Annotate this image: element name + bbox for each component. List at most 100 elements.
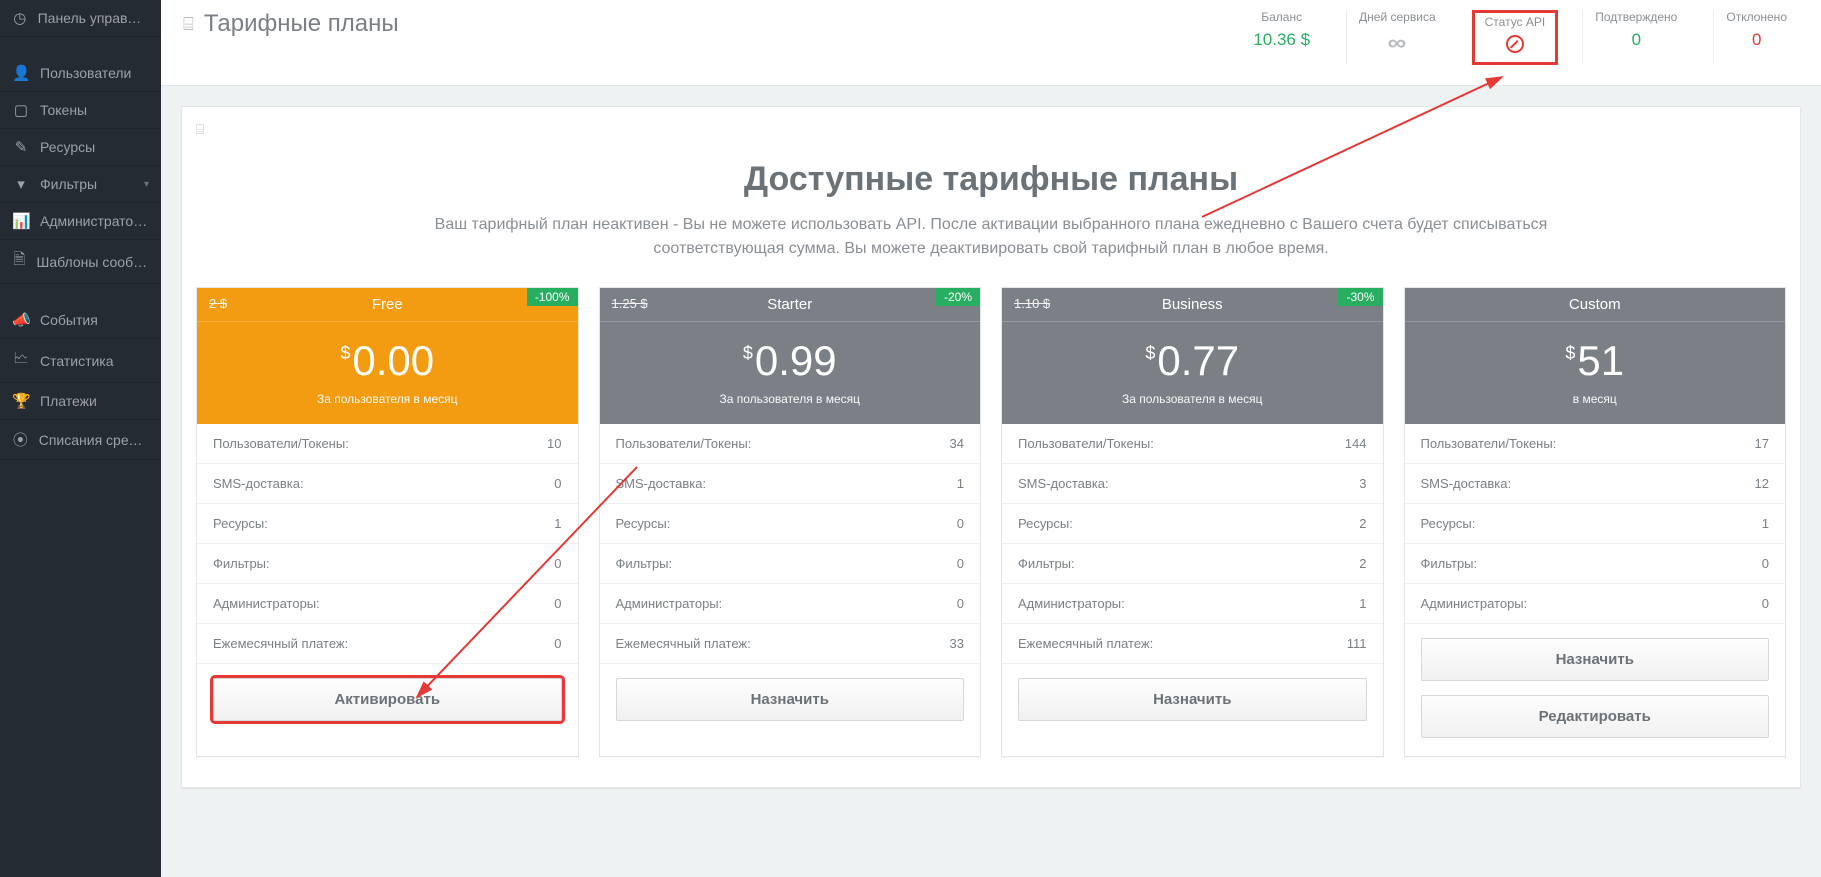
- feature-value: 3: [1359, 476, 1366, 491]
- sidebar-item-label: Платежи: [40, 393, 97, 409]
- plan-actions: Назначить: [600, 664, 981, 739]
- annotation-arrow: [1202, 67, 1532, 227]
- section-description: Ваш тарифный план неактивен - Вы не може…: [416, 213, 1566, 261]
- plan-feature-filters: Фильтры:0: [197, 544, 578, 584]
- header-stat-4: Отклонено0: [1713, 10, 1799, 65]
- plan-name: Custom: [1569, 296, 1621, 313]
- plan-actions: Назначить: [1002, 664, 1383, 739]
- plan-actions: Назначить Редактировать: [1405, 624, 1786, 756]
- stat-label: Отклонено: [1726, 10, 1787, 24]
- plan-button-редактировать[interactable]: Редактировать: [1421, 695, 1770, 738]
- sidebar-icon: 🗎: [12, 249, 27, 274]
- plan-feature-sms: SMS-доставка:3: [1002, 464, 1383, 504]
- plan-starter: 1.25 $Starter-20%$0.99За пользователя в …: [599, 287, 982, 757]
- sidebar-item-9[interactable]: 📣События: [0, 302, 161, 339]
- plan-name-row: 2 $Free-100%: [197, 288, 578, 322]
- sidebar-item-10[interactable]: 🗠Статистика: [0, 339, 161, 383]
- plan-feature-users: Пользователи/Токены:17: [1405, 424, 1786, 464]
- feature-label: Ресурсы:: [616, 516, 671, 531]
- plan-feature-users: Пользователи/Токены:34: [600, 424, 981, 464]
- sidebar-item-2[interactable]: 👤Пользователи: [0, 55, 161, 92]
- sidebar-item-12[interactable]: ⦿Списания средств: [0, 420, 161, 460]
- plans-card: ⌸ Доступные тарифные планы Ваш тарифный …: [181, 106, 1801, 788]
- sidebar-item-label: Администраторы: [40, 213, 149, 229]
- stat-value: [1506, 35, 1524, 58]
- feature-value: 17: [1755, 436, 1769, 451]
- plan-name: Free: [372, 296, 403, 313]
- header-stat-1: Дней сервиса ∞: [1346, 10, 1448, 65]
- sidebar-spacer: [0, 37, 161, 55]
- sidebar-item-label: Пользователи: [40, 65, 131, 81]
- feature-label: Администраторы:: [1421, 596, 1528, 611]
- chevron-down-icon: ▾: [144, 179, 149, 190]
- currency-icon: $: [1145, 343, 1155, 363]
- topbar: ⌸ Тарифные планы Баланс10.36 $Дней серви…: [161, 0, 1821, 86]
- plan-amount: $51: [1405, 340, 1786, 382]
- feature-value: 33: [950, 636, 964, 651]
- plan-price-value: 0.00: [352, 337, 434, 384]
- sidebar-item-5[interactable]: ▾Фильтры▾: [0, 166, 161, 203]
- plan-head: 1.25 $Starter-20%$0.99За пользователя в …: [600, 288, 981, 424]
- plan-old-price: 2 $: [209, 296, 227, 311]
- feature-label: Ежемесячный платеж:: [213, 636, 348, 651]
- feature-value: 0: [957, 596, 964, 611]
- sidebar-item-4[interactable]: ✎Ресурсы: [0, 129, 161, 166]
- sidebar-item-label: Шаблоны сообщений: [37, 254, 149, 270]
- sidebar-item-7[interactable]: 🗎 Шаблоны сообщений: [0, 240, 161, 284]
- sidebar-icon: 🏆: [12, 392, 30, 410]
- sidebar-icon: ◷: [12, 9, 28, 27]
- plan-head: 2 $Free-100%$0.00За пользователя в месяц: [197, 288, 578, 424]
- feature-label: Пользователи/Токены:: [1018, 436, 1154, 451]
- plan-button-активировать[interactable]: Активировать: [213, 678, 562, 721]
- sidebar-icon: 📣: [12, 311, 30, 329]
- sidebar-spacer: [0, 284, 161, 302]
- feature-label: SMS-доставка:: [616, 476, 707, 491]
- sidebar-item-6[interactable]: 📊 Администраторы: [0, 203, 161, 240]
- feature-label: Фильтры:: [1421, 556, 1478, 571]
- content: ⌸ Доступные тарифные планы Ваш тарифный …: [161, 86, 1821, 808]
- plan-price: $0.77 За пользователя в месяц: [1002, 322, 1383, 424]
- infinity-icon: ∞: [1388, 30, 1407, 56]
- plans-row: 2 $Free-100%$0.00За пользователя в месяц…: [196, 287, 1786, 757]
- plan-price-value: 0.77: [1157, 337, 1239, 384]
- plan-old-price: 1.25 $: [612, 296, 648, 311]
- feature-label: Фильтры:: [616, 556, 673, 571]
- feature-value: 144: [1345, 436, 1367, 451]
- plan-name: Business: [1162, 296, 1223, 313]
- plan-feature-resources: Ресурсы:2: [1002, 504, 1383, 544]
- plan-head: Custom$51в месяц: [1405, 288, 1786, 424]
- plan-feature-filters: Фильтры: 0: [600, 544, 981, 584]
- feature-value: 111: [1347, 636, 1367, 651]
- stat-label: Статус API: [1485, 15, 1546, 29]
- feature-value: 0: [957, 556, 964, 571]
- feature-label: Ежемесячный платеж:: [1018, 636, 1153, 651]
- sidebar-item-11[interactable]: 🏆 Платежи: [0, 383, 161, 420]
- plan-feature-filters: Фильтры:2: [1002, 544, 1383, 584]
- sidebar-item-label: Статистика: [40, 353, 114, 369]
- header-stat-3: Подтверждено0: [1582, 10, 1689, 65]
- plan-amount: $0.77: [1002, 340, 1383, 382]
- feature-label: Фильтры:: [1018, 556, 1075, 571]
- plan-feature-monthly: Ежемесячный платеж: 111: [1002, 624, 1383, 664]
- sidebar-item-0[interactable]: ◷Панель управления: [0, 0, 161, 37]
- feature-label: SMS-доставка:: [1421, 476, 1512, 491]
- sidebar-icon: 📊: [12, 212, 30, 230]
- feature-value: 34: [950, 436, 964, 451]
- currency-icon: $: [1565, 343, 1575, 363]
- plan-price: $0.99За пользователя в месяц: [600, 322, 981, 424]
- plan-name-row: 1.10 $Business-30%: [1002, 288, 1383, 322]
- plan-period: За пользователя в месяц: [1002, 392, 1383, 406]
- stat-label: Подтверждено: [1595, 10, 1677, 24]
- plan-free: 2 $Free-100%$0.00За пользователя в месяц…: [196, 287, 579, 757]
- feature-value: 1: [957, 476, 964, 491]
- stat-label: Дней сервиса: [1359, 10, 1436, 24]
- plan-button-назначить[interactable]: Назначить: [1018, 678, 1367, 721]
- plan-name-row: Custom: [1405, 288, 1786, 322]
- plan-button-назначить[interactable]: Назначить: [616, 678, 965, 721]
- feature-value: 0: [554, 556, 561, 571]
- sidebar-item-label: Списания средств: [39, 432, 149, 448]
- feature-value: 12: [1755, 476, 1769, 491]
- plan-button-назначить[interactable]: Назначить: [1421, 638, 1770, 681]
- feature-label: SMS-доставка:: [213, 476, 304, 491]
- sidebar-item-3[interactable]: ▢Токены: [0, 92, 161, 129]
